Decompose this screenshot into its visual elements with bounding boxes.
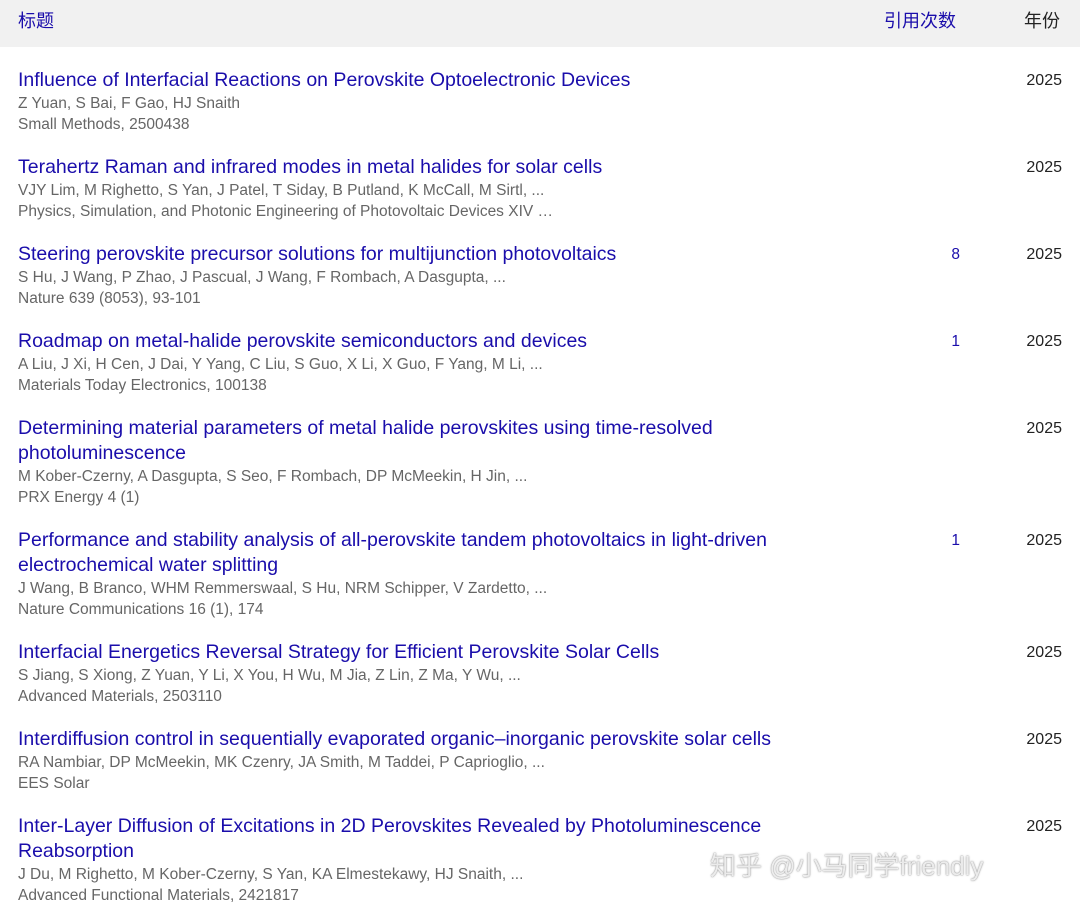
paper-title-link[interactable]: Determining material parameters of metal… <box>18 416 778 466</box>
paper-year: 2025 <box>1026 818 1062 835</box>
paper-year: 2025 <box>1026 644 1062 661</box>
paper-venue: Advanced Materials, 2503110 <box>18 688 222 705</box>
paper-title-link[interactable]: Influence of Interfacial Reactions on Pe… <box>18 68 818 93</box>
paper-title-link[interactable]: Inter‐Layer Diffusion of Excitations in … <box>18 814 818 864</box>
paper-authors: J Du, M Righetto, M Kober‐Czerny, S Yan,… <box>18 866 524 883</box>
paper-year: 2025 <box>1026 159 1062 176</box>
paper-venue: Nature 639 (8053), 93-101 <box>18 290 201 307</box>
paper-year: 2025 <box>1026 72 1062 89</box>
paper-year: 2025 <box>1026 731 1062 748</box>
paper-venue: PRX Energy 4 (1) <box>18 489 140 506</box>
paper-authors: RA Nambiar, DP McMeekin, MK Czenry, JA S… <box>18 754 545 771</box>
paper-title-link[interactable]: Steering perovskite precursor solutions … <box>18 242 818 267</box>
paper-authors: VJY Lim, M Righetto, S Yan, J Patel, T S… <box>18 182 545 199</box>
paper-venue: Nature Communications 16 (1), 174 <box>18 601 264 618</box>
title-column-header[interactable]: 标题 <box>18 10 54 32</box>
paper-venue: Physics, Simulation, and Photonic Engine… <box>18 203 554 220</box>
cited-by-count[interactable]: 1 <box>930 530 960 552</box>
year-column-header[interactable]: 年份 <box>1024 10 1060 32</box>
paper-venue: Advanced Functional Materials, 2421817 <box>18 887 299 904</box>
paper-title-link[interactable]: Terahertz Raman and infrared modes in me… <box>18 155 818 180</box>
paper-year: 2025 <box>1026 246 1062 263</box>
paper-authors: S Jiang, S Xiong, Z Yuan, Y Li, X You, H… <box>18 667 521 684</box>
cited-by-count[interactable]: 8 <box>930 244 960 266</box>
paper-authors: S Hu, J Wang, P Zhao, J Pascual, J Wang,… <box>18 269 506 286</box>
paper-venue: Small Methods, 2500438 <box>18 116 190 133</box>
paper-title-link[interactable]: Interfacial Energetics Reversal Strategy… <box>18 640 818 665</box>
paper-venue: EES Solar <box>18 775 90 792</box>
paper-title-link[interactable]: Roadmap on metal-halide perovskite semic… <box>18 329 818 354</box>
paper-authors: Z Yuan, S Bai, F Gao, HJ Snaith <box>18 95 240 112</box>
table-header: 标题 引用次数 年份 <box>0 0 1080 47</box>
cited-by-count[interactable]: 1 <box>930 331 960 353</box>
paper-title-link[interactable]: Performance and stability analysis of al… <box>18 528 818 578</box>
paper-year: 2025 <box>1026 532 1062 549</box>
paper-authors: J Wang, B Branco, WHM Remmerswaal, S Hu,… <box>18 580 548 597</box>
cited-by-column-header[interactable]: 引用次数 <box>884 10 956 32</box>
paper-year: 2025 <box>1026 420 1062 437</box>
paper-title-link[interactable]: Interdiffusion control in sequentially e… <box>18 727 818 752</box>
paper-authors: A Liu, J Xi, H Cen, J Dai, Y Yang, C Liu… <box>18 356 543 373</box>
paper-venue: Materials Today Electronics, 100138 <box>18 377 267 394</box>
paper-authors: M Kober-Czerny, A Dasgupta, S Seo, F Rom… <box>18 468 528 485</box>
paper-year: 2025 <box>1026 333 1062 350</box>
